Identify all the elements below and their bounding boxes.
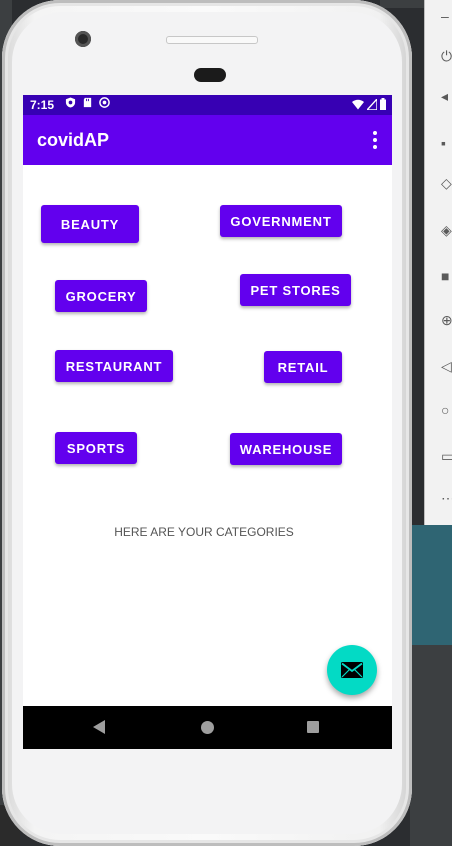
ide-toolbar-icon[interactable]: ⊕ [441,312,452,329]
government-button[interactable]: GOVERNMENT [220,205,342,237]
ide-toolbar-icon[interactable]: ▪ [441,135,446,151]
ide-toolbar-icon[interactable]: ◇ [441,175,452,192]
app-bar: covidAP [23,115,392,165]
front-camera [75,31,91,47]
grocery-button[interactable]: GROCERY [55,280,147,312]
sync-icon [99,97,110,108]
ide-toolbar-icon[interactable]: ◈ [441,222,452,239]
recents-icon[interactable] [307,721,319,733]
pet-stores-button[interactable]: PET STORES [240,274,351,306]
retail-button[interactable]: RETAIL [264,351,342,383]
ide-toolbar-icon[interactable]: ◁ [441,358,452,375]
device-screen: 7:15 covidAP BEAUTY GOVERNMENT GROCERY P… [23,95,392,749]
ide-toolbar-icon[interactable]: – [441,8,449,24]
status-time: 7:15 [30,98,55,112]
overflow-menu-icon[interactable] [372,131,378,149]
ide-toolbar-icon[interactable]: ⋯ [441,490,452,507]
beauty-button[interactable]: BEAUTY [41,205,139,243]
ide-toolbar-icon[interactable]: ■ [441,268,449,284]
navigation-bar [23,706,392,749]
proximity-sensor [194,68,226,82]
sports-button[interactable]: SPORTS [55,432,137,464]
restaurant-button[interactable]: RESTAURANT [55,350,173,382]
email-icon [341,662,363,678]
ide-toolbar-icon[interactable]: ◂ [441,88,448,105]
ide-background-dark [410,645,452,846]
wifi-icon [352,99,364,110]
ide-toolbar-icon[interactable]: ⏻ [441,48,452,65]
sd-card-icon [83,97,92,108]
battery-icon [380,98,386,110]
app-title: covidAP [37,130,110,150]
earpiece-speaker [166,36,258,44]
shield-notification-icon [65,97,76,108]
categories-message: HERE ARE YOUR CATEGORIES [114,525,294,539]
back-icon[interactable] [93,720,105,734]
home-icon[interactable] [201,721,214,734]
status-icons-right [352,98,386,110]
email-fab[interactable] [327,645,377,695]
status-icons-left [65,97,110,108]
ide-toolbar-icon[interactable]: ○ [441,402,449,418]
signal-icon [367,99,377,110]
status-bar: 7:15 [23,95,392,115]
ide-background-teal [410,525,452,645]
warehouse-button[interactable]: WAREHOUSE [230,433,342,465]
ide-toolbar-icon[interactable]: ▭ [441,448,452,465]
